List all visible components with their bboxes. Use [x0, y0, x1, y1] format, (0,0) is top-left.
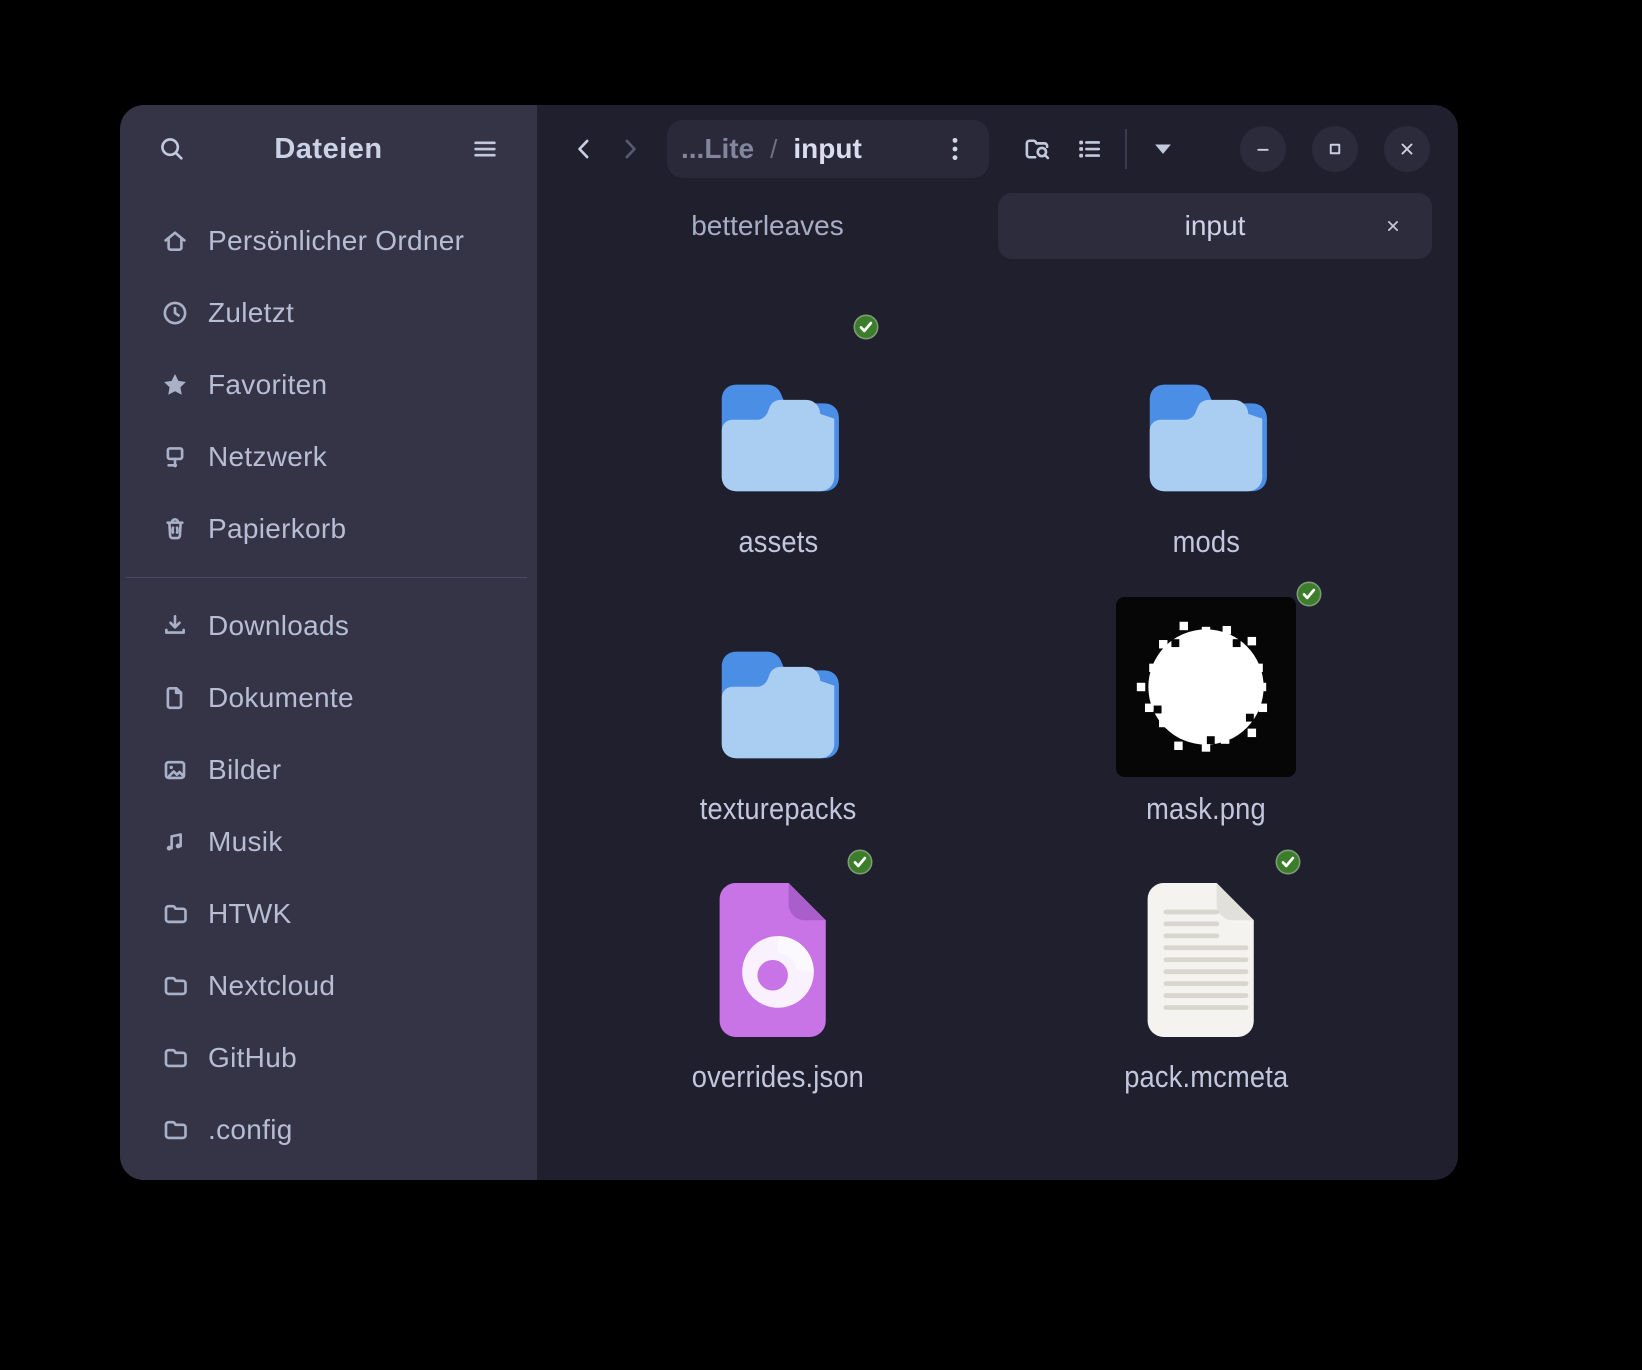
clock-icon	[160, 298, 190, 328]
sidebar-item-label: Dokumente	[208, 682, 354, 714]
file-icon	[1137, 855, 1275, 1045]
window-controls	[1240, 126, 1444, 172]
synced-check-emblem	[847, 849, 873, 875]
minimize-button[interactable]	[1240, 126, 1286, 172]
trash-icon	[160, 514, 190, 544]
sidebar-item-github[interactable]: GitHub	[120, 1022, 537, 1094]
sidebar-divider	[126, 577, 527, 578]
app-title: Dateien	[194, 133, 463, 166]
folder-icon	[160, 1043, 190, 1073]
network-icon	[160, 442, 190, 472]
music-icon	[160, 827, 190, 857]
sidebar-item-htwk[interactable]: HTWK	[120, 878, 537, 950]
folder-icon	[160, 899, 190, 929]
folder-search-icon[interactable]	[1015, 127, 1059, 171]
tab-label: input	[1185, 210, 1246, 242]
menu-icon[interactable]	[463, 127, 507, 171]
breadcrumb-separator: /	[770, 134, 777, 165]
sidebar-item-label: Persönlicher Ordner	[208, 225, 464, 257]
file-name-label: texturepacks	[700, 791, 857, 827]
sidebar-item-dokumente[interactable]: Dokumente	[120, 662, 537, 734]
breadcrumb-ancestor[interactable]: ...Lite	[681, 133, 754, 165]
sidebar-item-label: Netzwerk	[208, 441, 327, 473]
star-icon	[160, 370, 190, 400]
tab-input[interactable]: input	[998, 193, 1432, 259]
sidebar-item-pers-nlicher-ordner[interactable]: Persönlicher Ordner	[120, 205, 537, 277]
sidebar-item-label: Favoriten	[208, 369, 327, 401]
sidebar-item-label: Zuletzt	[208, 297, 294, 329]
sidebar-item-label: GitHub	[208, 1042, 297, 1074]
file-item-assets[interactable]: assets	[608, 320, 948, 560]
sidebar-header: Dateien	[120, 105, 537, 193]
synced-check-emblem	[1275, 849, 1301, 875]
sidebar-item-label: Musik	[208, 826, 283, 858]
file-grid: assets mods texturepacks mask.png overri…	[537, 259, 1458, 1180]
file-icon	[709, 855, 847, 1045]
sidebar-item-label: Bilder	[208, 754, 281, 786]
sidebar-item-papierkorb[interactable]: Papierkorb	[120, 493, 537, 565]
forward-icon[interactable]	[607, 126, 653, 172]
image-icon	[160, 755, 190, 785]
view-controls	[1015, 127, 1185, 171]
sidebar-item-config[interactable]: .config	[120, 1094, 537, 1166]
breadcrumb-current[interactable]: input	[793, 133, 933, 165]
search-icon[interactable]	[150, 127, 194, 171]
sidebar-item-downloads[interactable]: Downloads	[120, 590, 537, 662]
synced-check-emblem	[853, 314, 879, 340]
folder-icon	[1131, 320, 1281, 510]
sidebar: Dateien Persönlicher Ordner Zuletzt Favo…	[120, 105, 537, 1180]
tab-close-icon[interactable]	[1376, 209, 1410, 243]
file-name-label: pack.mcmeta	[1124, 1059, 1288, 1095]
folder-icon	[160, 971, 190, 1001]
content-area: ...Lite / input betterleaves input	[537, 105, 1458, 1180]
sidebar-item-label: Papierkorb	[208, 513, 346, 545]
tab-label: betterleaves	[691, 210, 844, 242]
sidebar-list: Persönlicher Ordner Zuletzt Favoriten Ne…	[120, 193, 537, 1166]
synced-check-emblem	[1296, 581, 1322, 607]
sidebar-item-bilder[interactable]: Bilder	[120, 734, 537, 806]
sidebar-item-label: HTWK	[208, 898, 292, 930]
maximize-button[interactable]	[1312, 126, 1358, 172]
kebab-menu-icon[interactable]	[933, 127, 977, 171]
file-icon	[1116, 587, 1296, 777]
file-name-label: assets	[738, 524, 818, 560]
close-button[interactable]	[1384, 126, 1430, 172]
sidebar-item-musik[interactable]: Musik	[120, 806, 537, 878]
file-item-mask-png[interactable]: mask.png	[1036, 587, 1376, 827]
toolbar-separator	[1125, 129, 1127, 169]
back-icon[interactable]	[561, 126, 607, 172]
tab-betterleaves[interactable]: betterleaves	[537, 193, 998, 259]
sidebar-item-nextcloud[interactable]: Nextcloud	[120, 950, 537, 1022]
list-view-icon[interactable]	[1067, 127, 1111, 171]
sidebar-item-netzwerk[interactable]: Netzwerk	[120, 421, 537, 493]
sidebar-item-zuletzt[interactable]: Zuletzt	[120, 277, 537, 349]
folder-icon	[160, 1115, 190, 1145]
file-item-pack-mcmeta[interactable]: pack.mcmeta	[1036, 855, 1376, 1095]
home-icon	[160, 226, 190, 256]
folder-icon	[703, 320, 853, 510]
file-item-mods[interactable]: mods	[1036, 320, 1376, 560]
breadcrumb[interactable]: ...Lite / input	[667, 120, 989, 178]
file-item-overrides-json[interactable]: overrides.json	[608, 855, 948, 1095]
file-manager-window: Dateien Persönlicher Ordner Zuletzt Favo…	[120, 105, 1458, 1180]
view-options-dropdown-icon[interactable]	[1141, 127, 1185, 171]
file-name-label: mask.png	[1146, 791, 1266, 827]
tab-bar: betterleaves input	[537, 193, 1458, 259]
sidebar-item-favoriten[interactable]: Favoriten	[120, 349, 537, 421]
toolbar: ...Lite / input	[537, 105, 1458, 193]
download-icon	[160, 611, 190, 641]
document-icon	[160, 683, 190, 713]
file-name-label: overrides.json	[692, 1059, 864, 1095]
file-item-texturepacks[interactable]: texturepacks	[608, 587, 948, 827]
sidebar-item-label: Downloads	[208, 610, 349, 642]
file-name-label: mods	[1172, 524, 1239, 560]
sidebar-item-label: Nextcloud	[208, 970, 335, 1002]
sidebar-item-label: .config	[208, 1114, 293, 1146]
folder-icon	[703, 587, 853, 777]
